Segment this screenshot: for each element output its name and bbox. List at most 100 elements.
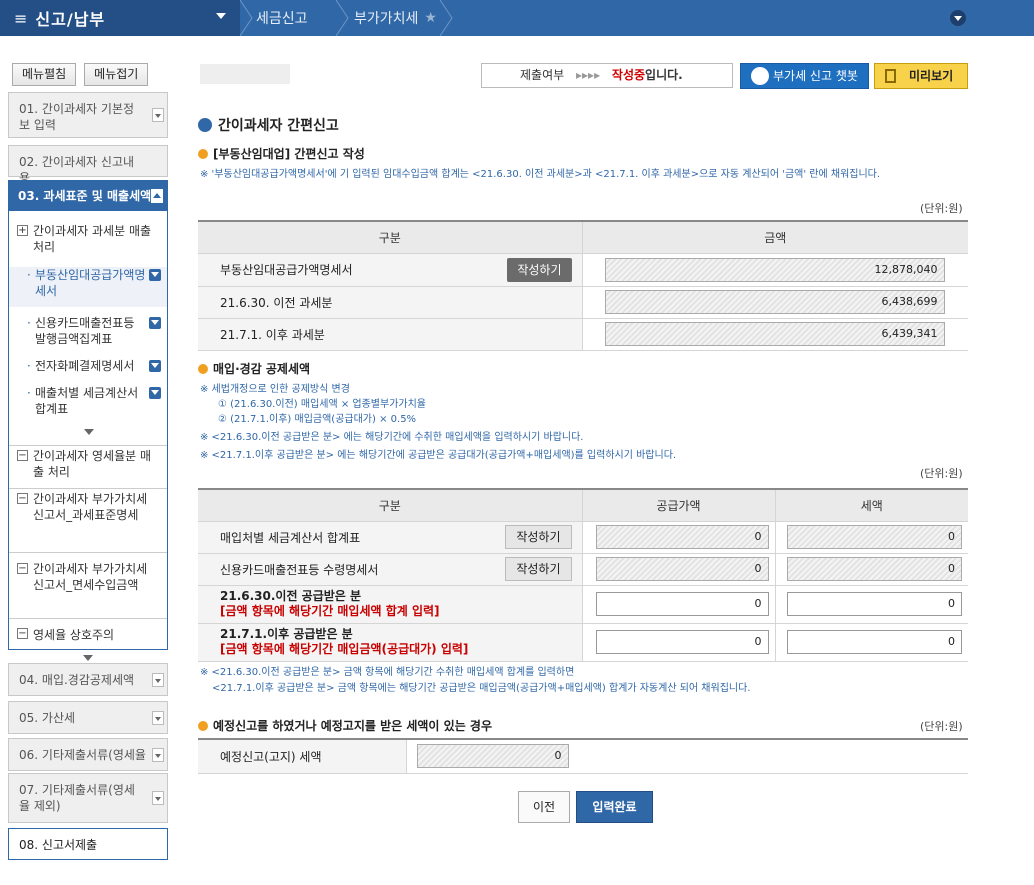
section1-note: ※ '부동산임대공급가액명세서'에 기 입력된 임대수입금액 합계는 <21.6… <box>200 169 881 180</box>
amount-cell: 6,438,699 <box>581 286 968 319</box>
chatbot-label: 부가세 신고 챗봇 <box>773 69 858 83</box>
plus-box-icon: + <box>17 225 28 236</box>
chevron-down-icon <box>149 269 161 281</box>
section3-title: 예정신고를 하였거나 예정고지를 받은 세액이 있는 경우 <box>198 717 492 734</box>
chevron-down-icon <box>149 317 161 329</box>
subitem-label: 신용카드매출전표등 발행금액집계표 <box>35 316 135 346</box>
supply-field: 0 <box>595 525 769 549</box>
step-label: 04. 매입.경감공제세액 <box>19 673 135 687</box>
row-sublabel: [금액 항목에 해당기간 매입세액 합계 입력] <box>220 604 440 618</box>
col-type: 구분 <box>198 489 582 522</box>
step-01[interactable]: 01. 간이과세자 기본정보 입력 <box>8 92 168 138</box>
write-button[interactable]: 작성하기 <box>505 557 572 581</box>
group-reciprocity[interactable]: − 영세율 상호주의 <box>9 618 167 650</box>
submission-status: 제출여부 ▸▸▸▸ 작성중입니다. <box>481 63 733 88</box>
step-04[interactable]: 04. 매입.경감공제세액 <box>8 663 168 696</box>
step-06[interactable]: 06. 기타제출서류(영세율 <box>8 738 168 771</box>
bullet-icon <box>198 364 208 374</box>
group-tax-base[interactable]: − 간이과세자 부가가치세 신고서_과세표준명세 <box>9 488 167 544</box>
write-button[interactable]: 작성하기 <box>505 525 572 549</box>
expand-circle-icon[interactable] <box>950 10 966 26</box>
group-label: 간이과세자 부가가치세 신고서_면세수입금액 <box>33 562 148 592</box>
tax-field: 0 <box>786 557 962 581</box>
row-label-text: 매입처별 세금계산서 합계표 <box>220 530 361 545</box>
bullet-icon: · <box>27 316 31 330</box>
bullet-icon: · <box>27 359 31 373</box>
breadcrumb-vat[interactable]: 부가가치세 ★ <box>354 0 437 36</box>
section1-title-text: [부동산임대업] 간편신고 작성 <box>213 147 365 161</box>
subitem-credit-card[interactable]: · 신용카드매출전표등 발행금액집계표 <box>9 315 167 351</box>
amount-cell: 12,878,040 <box>581 253 968 287</box>
step-03-header[interactable]: 03. 과세표준 및 매출세액 <box>9 181 167 211</box>
star-icon[interactable]: ★ <box>424 10 437 26</box>
supply-field: 0 <box>595 557 769 581</box>
page-title-text: 간이과세자 간편신고 <box>218 118 339 134</box>
col-amount: 금액 <box>581 221 968 254</box>
step-02[interactable]: 02. 간이과세자 신고내용 <box>8 145 168 185</box>
section2-title: 매입·경감 공제세액 <box>198 360 310 377</box>
table-row: 21.7.1.이후 공급받은 분 [금액 항목에 해당기간 매입금액(공급대가)… <box>198 623 968 662</box>
tax-input[interactable]: 0 <box>786 592 962 616</box>
group-label: 영세율 상호주의 <box>33 628 115 642</box>
row-label-text: 21.7.1.이후 공급받은 분 <box>220 627 353 641</box>
supply-cell: 0 <box>581 553 775 586</box>
supply-input[interactable]: 0 <box>595 630 769 654</box>
write-button[interactable]: 작성하기 <box>507 257 572 282</box>
minus-box-icon: − <box>17 563 28 574</box>
status-value: 작성중 <box>611 68 646 82</box>
status-suffix: 입니다. <box>645 68 683 82</box>
step-label: 01. 간이과세자 기본정보 입력 <box>19 102 135 132</box>
status-label: 제출여부 <box>520 68 565 82</box>
group-zero-rate-sales[interactable]: − 간이과세자 영세율분 매출 처리 <box>9 445 167 481</box>
prev-button[interactable]: 이전 <box>518 791 570 823</box>
tax-cell: 0 <box>774 521 968 554</box>
breadcrumb-separator-icon <box>240 0 253 36</box>
vat-chatbot-button[interactable]: 부가세 신고 챗봇 <box>740 63 869 89</box>
step-08[interactable]: 08. 신고서제출 <box>8 828 168 860</box>
subitem-e-money[interactable]: · 전자화폐결제명세서 <box>9 358 167 378</box>
subitem-sales-invoice[interactable]: · 매출처별 세금계산서합계표 <box>9 385 167 421</box>
row-label-text: 부동산임대공급가액명세서 <box>220 263 353 277</box>
row-label: 21.7.1. 이후 과세분 <box>198 318 582 351</box>
step-05[interactable]: 05. 가산세 <box>8 701 168 734</box>
step-label: 06. 기타제출서류(영세율 <box>19 748 146 762</box>
row-label-text: 신용카드매출전표등 수령명세서 <box>220 562 379 577</box>
col-supply: 공급가액 <box>581 489 775 522</box>
user-name-masked <box>200 64 290 84</box>
supply-input[interactable]: 0 <box>595 592 769 616</box>
row-sublabel: [금액 항목에 해당기간 매입금액(공급대가) 입력] <box>220 642 469 656</box>
table-row: 예정신고(고지) 세액 0 <box>198 739 968 774</box>
preview-label: 미리보기 <box>909 69 954 83</box>
preview-button[interactable]: 미리보기 <box>874 63 968 89</box>
table-row: 21.6.30. 이전 과세분 6,438,699 <box>198 286 968 319</box>
table-row: 21.7.1. 이후 과세분 6,439,341 <box>198 318 968 351</box>
group-taxable-sales[interactable]: + 간이과세자 과세분 매출 처리 <box>9 223 167 259</box>
tax-input[interactable]: 0 <box>786 630 962 654</box>
arrow-circle-icon <box>198 118 212 132</box>
group-exempt-income[interactable]: − 간이과세자 부가가치세 신고서_면세수입금액 <box>9 552 167 614</box>
subitem-label: 매출처별 세금계산서합계표 <box>35 386 139 416</box>
row-label: 21.6.30. 이전 과세분 <box>198 286 582 319</box>
row-label: 예정신고(고지) 세액 <box>198 739 406 774</box>
col-tax: 세액 <box>774 489 968 522</box>
section2-note-1: ※ 세법개정으로 인한 공제방식 변경 <box>200 384 350 395</box>
submit-input-button[interactable]: 입력완료 <box>576 791 653 823</box>
section2-footnote-1: ※ <21.6.30.이전 공급받은 분> 금액 항목에 해당기간 수취한 매입… <box>200 667 575 678</box>
status-arrows: ▸▸▸▸ <box>576 68 601 82</box>
row-label: 부동산임대공급가액명세서 작성하기 <box>198 253 582 287</box>
subitem-rental-supply[interactable]: · 부동산임대공급가액명세서 <box>9 267 167 307</box>
step-07[interactable]: 07. 기타제출서류(영세율 제외) <box>8 773 168 823</box>
bullet-icon: · <box>27 386 31 400</box>
table-row: 부동산임대공급가액명세서 작성하기 12,878,040 <box>198 253 968 287</box>
chevron-down-icon <box>149 360 161 372</box>
breadcrumb-tax-report[interactable]: 세금신고 <box>256 0 308 36</box>
tax-cell: 0 <box>774 585 968 624</box>
row-label: 매입처별 세금계산서 합계표 작성하기 <box>198 521 582 554</box>
tax-cell: 0 <box>774 623 968 662</box>
chevron-up-icon <box>151 189 163 203</box>
section1-unit: (단위:원) <box>920 202 963 215</box>
table-row: 매입처별 세금계산서 합계표 작성하기 0 0 <box>198 521 968 554</box>
section2-note-3: ② (21.7.1.이후) 매입금액(공급대가) × 0.5% <box>218 414 417 425</box>
step-label: 03. 과세표준 및 매출세액 <box>18 189 152 203</box>
section2-footnote-2: <21.7.1.이후 공급받은 분> 금액 항목에는 해당기간 공급받은 매입금… <box>212 683 751 694</box>
